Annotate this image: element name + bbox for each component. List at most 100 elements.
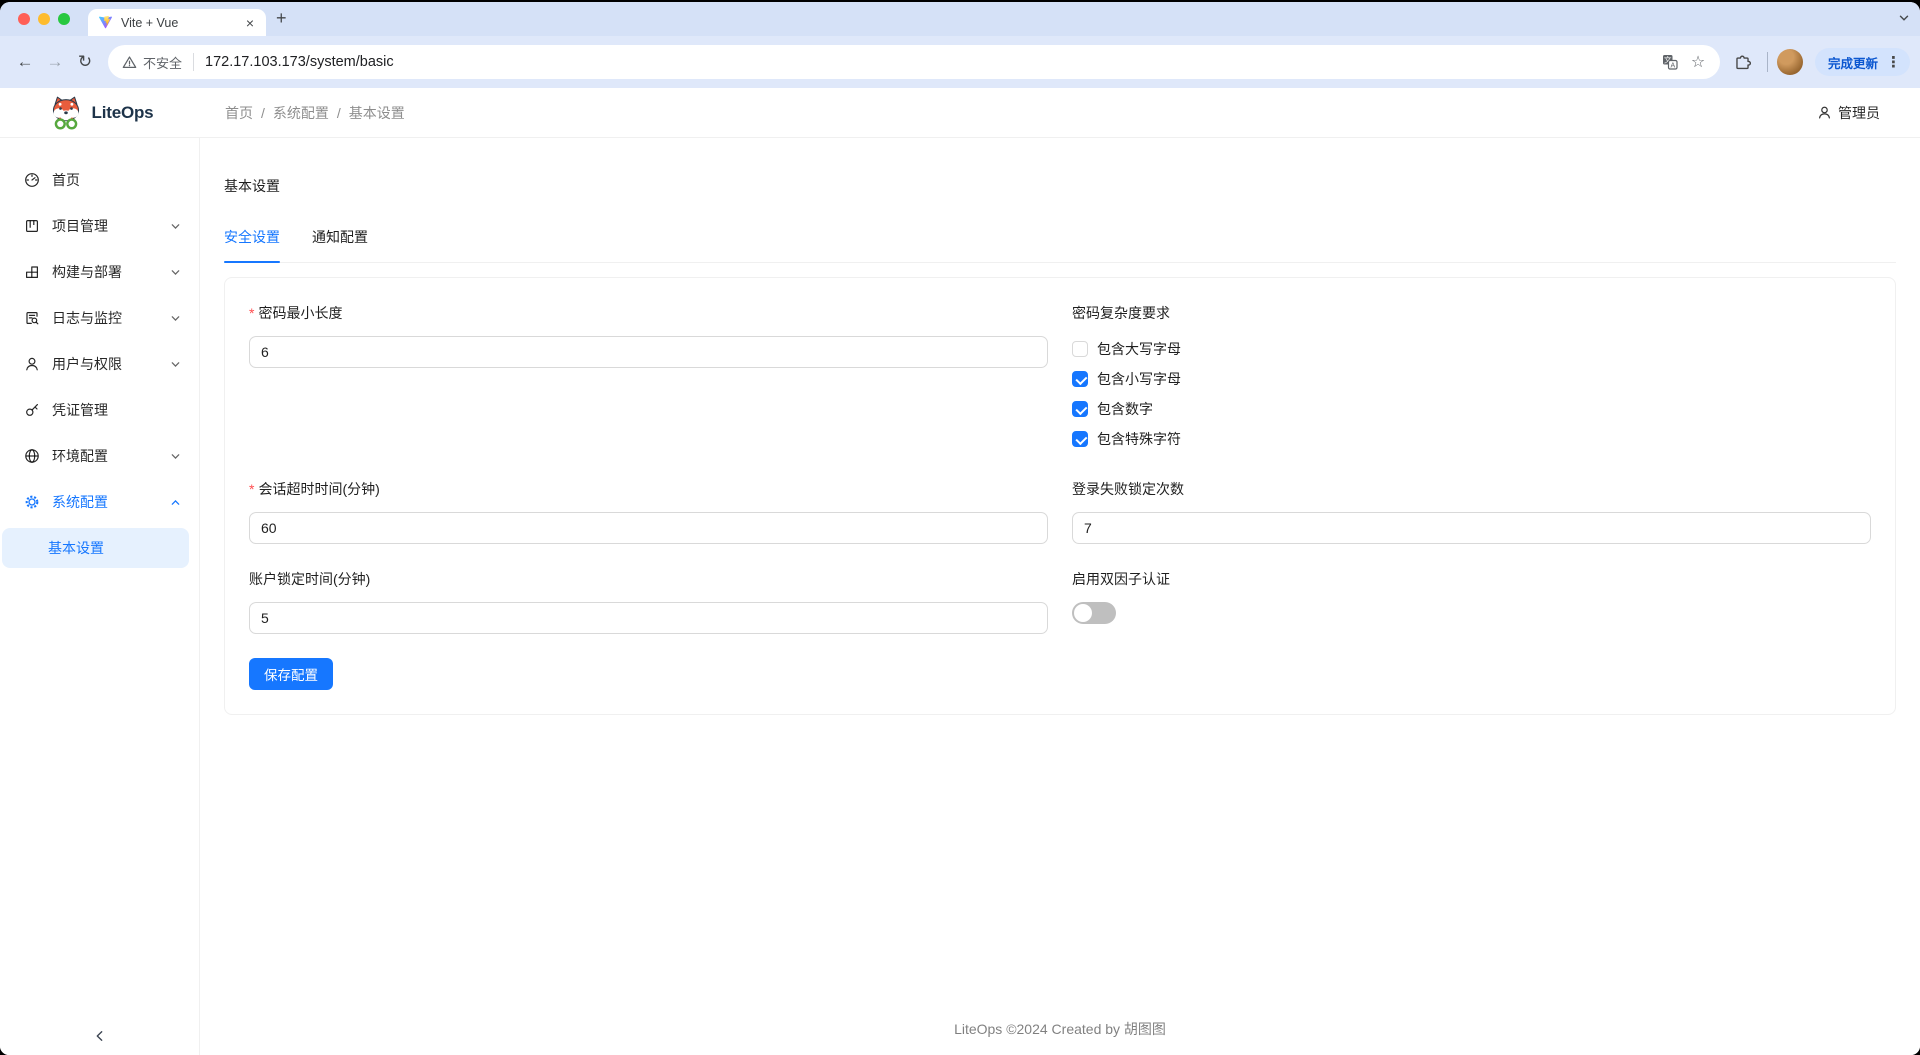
breadcrumb-system-config[interactable]: 系统配置 xyxy=(273,103,329,123)
password-min-length-input[interactable] xyxy=(249,336,1048,368)
settings-tabs: 安全设置 通知配置 xyxy=(224,227,1896,263)
field-session-timeout: 会话超时时间(分钟) xyxy=(249,478,1048,544)
user-icon xyxy=(24,356,40,372)
field-login-fail-count: 登录失败锁定次数 xyxy=(1072,478,1871,544)
chevron-down-icon xyxy=(170,221,181,232)
chevron-down-icon xyxy=(170,359,181,370)
key-icon xyxy=(24,402,40,418)
window-close-button[interactable] xyxy=(18,13,30,25)
sidebar-item-projects[interactable]: 项目管理 xyxy=(4,206,191,246)
account-lock-time-input[interactable] xyxy=(249,602,1048,634)
sidebar-item-credentials[interactable]: 凭证管理 xyxy=(4,390,191,430)
field-account-lock-time: 账户锁定时间(分钟) xyxy=(249,568,1048,634)
extensions-icon[interactable] xyxy=(1728,54,1758,71)
url-text: 172.17.103.173/system/basic xyxy=(205,54,394,70)
checkbox-option-lowercase[interactable]: 包含小写字母 xyxy=(1072,364,1871,394)
page-footer: LiteOps ©2024 Created by 胡图图 xyxy=(224,1001,1896,1055)
breadcrumb: 首页 / 系统配置 / 基本设置 xyxy=(225,103,405,123)
vite-favicon-icon xyxy=(98,15,113,30)
chevron-left-icon xyxy=(93,1029,107,1043)
field-password-min-length: 密码最小长度 xyxy=(249,302,1048,454)
sidebar-item-home[interactable]: 首页 xyxy=(4,160,191,200)
field-label: 账户锁定时间(分钟) xyxy=(249,568,1048,590)
sidebar-item-environments[interactable]: 环境配置 xyxy=(4,436,191,476)
gear-icon xyxy=(24,494,40,510)
project-icon xyxy=(24,218,40,234)
file-search-icon xyxy=(24,310,40,326)
close-tab-icon[interactable]: × xyxy=(244,15,256,31)
save-config-button[interactable]: 保存配置 xyxy=(249,658,333,690)
login-fail-count-input[interactable] xyxy=(1072,512,1871,544)
settings-card: 密码最小长度 密码复杂度要求 包含大写字母 xyxy=(224,277,1896,715)
sidebar-item-system-config[interactable]: 系统配置 xyxy=(4,482,191,522)
breadcrumb-separator: / xyxy=(261,105,265,121)
field-label: 密码最小长度 xyxy=(249,302,1048,324)
new-tab-button[interactable]: + xyxy=(276,8,287,29)
sidebar-subitem-basic-settings[interactable]: 基本设置 xyxy=(2,528,189,568)
forward-button[interactable]: → xyxy=(40,52,70,72)
dashboard-icon xyxy=(24,172,40,188)
field-label: 密码复杂度要求 xyxy=(1072,302,1871,324)
sidebar-item-users-permissions[interactable]: 用户与权限 xyxy=(4,344,191,384)
warning-icon xyxy=(122,55,137,70)
update-button[interactable]: 完成更新 ⋮ xyxy=(1815,48,1910,76)
window-minimize-button[interactable] xyxy=(38,13,50,25)
global-icon xyxy=(24,448,40,464)
user-menu[interactable]: 管理员 xyxy=(1817,103,1880,123)
app-header: LiteOps 首页 / 系统配置 / 基本设置 管理员 xyxy=(0,88,1920,138)
session-timeout-input[interactable] xyxy=(249,512,1048,544)
chevron-up-icon xyxy=(170,497,181,508)
checkbox-icon[interactable] xyxy=(1072,431,1088,447)
address-divider xyxy=(193,53,194,71)
two-factor-toggle[interactable] xyxy=(1072,602,1116,624)
checkbox-icon[interactable] xyxy=(1072,371,1088,387)
sidebar-item-logs-monitoring[interactable]: 日志与监控 xyxy=(4,298,191,338)
menu-kebab-icon[interactable]: ⋮ xyxy=(1883,53,1904,71)
tab-security-settings[interactable]: 安全设置 xyxy=(224,227,280,262)
svg-text:A: A xyxy=(1670,63,1675,70)
address-bar[interactable]: 不安全 172.17.103.173/system/basic 文 A ☆ xyxy=(108,45,1720,79)
logo-text: LiteOps xyxy=(92,103,154,123)
browser-tabstrip: Vite + Vue × + xyxy=(0,2,1920,36)
main-content: 基本设置 安全设置 通知配置 密码最小长度 密码复杂度要求 xyxy=(200,138,1920,1055)
tab-title: Vite + Vue xyxy=(121,16,244,30)
field-label: 登录失败锁定次数 xyxy=(1072,478,1871,500)
reload-button[interactable]: ↻ xyxy=(70,52,100,72)
chevron-down-icon xyxy=(170,313,181,324)
field-label: 启用双因子认证 xyxy=(1072,568,1871,590)
translate-icon[interactable]: 文 A xyxy=(1656,54,1684,70)
window-maximize-button[interactable] xyxy=(58,13,70,25)
red-panda-logo-icon xyxy=(47,95,85,131)
checkbox-option-special-chars[interactable]: 包含特殊字符 xyxy=(1072,424,1871,454)
page-title: 基本设置 xyxy=(224,176,1896,196)
checkbox-icon[interactable] xyxy=(1072,401,1088,417)
tab-notification-config[interactable]: 通知配置 xyxy=(312,227,368,262)
checkbox-option-uppercase[interactable]: 包含大写字母 xyxy=(1072,334,1871,364)
tab-overflow-icon[interactable] xyxy=(1898,12,1910,24)
breadcrumb-home[interactable]: 首页 xyxy=(225,103,253,123)
chevron-down-icon xyxy=(170,451,181,462)
browser-window: Vite + Vue × + ← → ↻ 不安全 172.17.103.173/… xyxy=(0,2,1920,1055)
sidebar-collapse-button[interactable] xyxy=(0,1029,199,1043)
breadcrumb-basic-settings: 基本设置 xyxy=(349,103,405,123)
checkbox-option-digits[interactable]: 包含数字 xyxy=(1072,394,1871,424)
person-icon xyxy=(1817,105,1832,120)
browser-toolbar: ← → ↻ 不安全 172.17.103.173/system/basic 文 … xyxy=(0,36,1920,88)
bookmark-star-icon[interactable]: ☆ xyxy=(1684,52,1712,72)
checkbox-icon[interactable] xyxy=(1072,341,1088,357)
sidebar-item-build-deploy[interactable]: 构建与部署 xyxy=(4,252,191,292)
toolbar-divider xyxy=(1767,52,1768,72)
field-label: 会话超时时间(分钟) xyxy=(249,478,1048,500)
browser-tab[interactable]: Vite + Vue × xyxy=(88,9,266,36)
field-password-complexity: 密码复杂度要求 包含大写字母 包含小写字母 xyxy=(1072,302,1871,454)
liteops-page: LiteOps 首页 / 系统配置 / 基本设置 管理员 xyxy=(0,88,1920,1055)
back-button[interactable]: ← xyxy=(10,52,40,72)
security-chip[interactable]: 不安全 xyxy=(143,53,182,72)
field-two-factor: 启用双因子认证 xyxy=(1072,568,1871,634)
sidebar: 首页 项目管理 构建与部署 xyxy=(0,138,200,1055)
app-logo: LiteOps xyxy=(0,95,200,131)
chevron-down-icon xyxy=(170,267,181,278)
user-name: 管理员 xyxy=(1838,103,1880,123)
build-icon xyxy=(24,264,40,280)
profile-avatar[interactable] xyxy=(1777,49,1803,75)
